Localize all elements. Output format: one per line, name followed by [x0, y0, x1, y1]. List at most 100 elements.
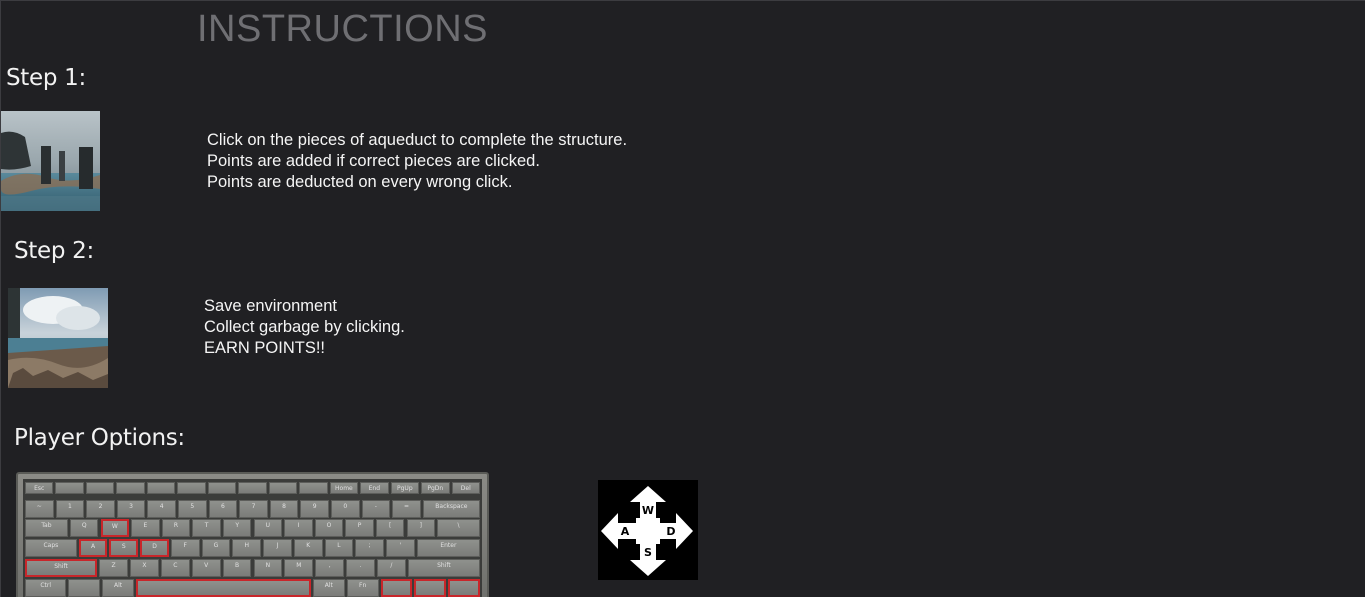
- keyboard-key-label: M: [296, 562, 302, 569]
- keyboard-key-label: ;: [368, 542, 371, 549]
- keyboard-key: O: [314, 519, 344, 537]
- keyboard-key: 1: [55, 500, 85, 518]
- keyboard-key: X: [130, 559, 159, 577]
- keyboard-key-label: F: [183, 542, 187, 549]
- keyboard-key-label: L: [337, 542, 341, 549]
- keyboard-key-label: PgDn: [427, 485, 444, 492]
- keyboard-key: ]: [406, 519, 436, 537]
- keyboard-key-label: B: [234, 562, 240, 569]
- keyboard-key: Alt: [102, 579, 134, 597]
- keyboard-key: [380, 579, 413, 597]
- keyboard-key: [268, 482, 298, 494]
- keyboard-key-label: ]: [419, 522, 422, 529]
- keyboard-key-label: End: [368, 485, 381, 492]
- keyboard-key: [414, 579, 447, 597]
- keyboard-key-label: 5: [190, 503, 195, 510]
- keyboard-key: Shift: [25, 559, 98, 577]
- keyboard-key-label: 3: [129, 503, 133, 510]
- keyboard-key: [238, 482, 267, 494]
- keyboard-key: [68, 579, 101, 597]
- keyboard-key-label: 8: [282, 503, 286, 510]
- wasd-label-w: W: [642, 504, 654, 517]
- keyboard-keys: Esc Home End PgUp PgDn Del ~1 2 3 4 5 6 7 8 9 0 - = Backsp…: [23, 479, 482, 597]
- keyboard-key-label: 7: [251, 503, 256, 510]
- keyboard-key: 0: [331, 500, 360, 518]
- keyboard-key: PgUp: [390, 482, 420, 494]
- keyboard-key-label: [: [389, 522, 392, 529]
- keyboard-key-label: Shift: [437, 562, 451, 569]
- keyboard-key-label: T: [204, 522, 209, 529]
- step1-description: Click on the pieces of aqueduct to compl…: [207, 130, 627, 193]
- keyboard-key: H: [232, 539, 262, 557]
- keyboard-key-label: ': [399, 542, 402, 549]
- step1-line: Points are added if correct pieces are c…: [207, 152, 540, 170]
- keyboard-key: 6: [208, 500, 238, 518]
- keyboard-key-label: Ctrl: [40, 582, 52, 589]
- keyboard-key-label: =: [403, 503, 409, 510]
- keyboard-key: D: [140, 539, 169, 557]
- keyboard-key: ': [386, 539, 415, 557]
- wasd-label-a: A: [621, 525, 630, 538]
- step1-line: Points are deducted on every wrong click…: [207, 173, 513, 191]
- step1-line: Click on the pieces of aqueduct to compl…: [207, 131, 628, 149]
- keyboard-key-label: A: [91, 543, 96, 550]
- keyboard-key-label: I: [297, 522, 300, 529]
- keyboard-key-label: 2: [98, 503, 103, 510]
- keyboard-key: G: [201, 539, 231, 557]
- keyboard-key: End: [360, 482, 389, 494]
- keyboard-key-label: 0: [343, 503, 348, 510]
- keyboard-key: K: [293, 539, 323, 557]
- keyboard-key: [146, 482, 176, 494]
- step2-environment-image: [8, 288, 108, 388]
- keyboard-key: Tab: [25, 519, 68, 537]
- keyboard-key-label: C: [173, 562, 178, 569]
- wasd-label-s: S: [644, 546, 652, 559]
- keyboard-key-label: Caps: [43, 542, 59, 549]
- keyboard-key: Del: [451, 482, 480, 494]
- keyboard-key: 9: [300, 500, 329, 518]
- keyboard-key: Fn: [346, 579, 379, 597]
- keyboard-key: Caps: [25, 539, 77, 557]
- keyboard-key-label: \: [457, 522, 460, 529]
- keyboard-key: \: [437, 519, 480, 537]
- keyboard-key-label: Tab: [41, 522, 52, 529]
- keyboard-key: =: [392, 500, 421, 518]
- keyboard-key-label: K: [306, 542, 311, 549]
- keyboard-key-label: Alt: [324, 582, 333, 589]
- keyboard-key: [177, 482, 206, 494]
- keyboard-key: M: [284, 559, 314, 577]
- keyboard-key-label: .: [359, 562, 362, 569]
- keyboard-key-label: ~: [36, 503, 42, 510]
- keyboard-key-label: W: [111, 523, 118, 530]
- keyboard-key: .: [346, 559, 375, 577]
- keyboard-key-label: /: [390, 562, 393, 569]
- keyboard-key: [135, 579, 311, 597]
- keyboard-key-label: Home: [335, 485, 353, 492]
- keyboard-key-label: D: [152, 543, 157, 550]
- step2-description: Save environment Collect garbage by clic…: [204, 296, 405, 359]
- keyboard-key: [448, 579, 480, 597]
- keyboard-key: Q: [69, 519, 99, 537]
- step2-line: Save environment: [204, 297, 337, 315]
- top-border: [0, 0, 1365, 1]
- keyboard-key: 5: [178, 500, 207, 518]
- keyboard-key: Ctrl: [25, 579, 67, 597]
- keyboard-key: [116, 482, 145, 494]
- page-title: INSTRUCTIONS: [197, 8, 488, 50]
- keyboard-key: Z: [99, 559, 129, 577]
- keyboard-key: 7: [239, 500, 268, 518]
- keyboard-key-label: V: [204, 562, 209, 569]
- keyboard-key: Backspace: [422, 500, 480, 518]
- keyboard-key-label: Alt: [113, 582, 123, 589]
- keyboard-key-label: H: [244, 542, 249, 549]
- keyboard-key-label: Enter: [440, 542, 457, 549]
- keyboard-key: U: [253, 519, 283, 537]
- keyboard-key-label: U: [265, 522, 270, 529]
- keyboard-key: ,: [315, 559, 345, 577]
- keyboard-key: B: [222, 559, 252, 577]
- keyboard-key: V: [191, 559, 221, 577]
- keyboard-key: [: [375, 519, 405, 537]
- keyboard-key: S: [109, 539, 139, 557]
- keyboard-key: N: [253, 559, 283, 577]
- keyboard-key-label: N: [265, 562, 271, 569]
